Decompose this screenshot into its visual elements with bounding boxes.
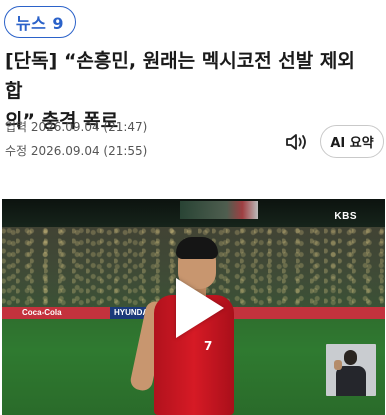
interpreter-hand <box>334 360 342 370</box>
speaker-icon <box>286 134 306 150</box>
news9-badge[interactable]: 뉴스 9 <box>4 6 76 38</box>
stadium-scoreboard <box>180 201 258 219</box>
headline-line-1: [단독] “손흥민, 원래는 멕시코전 선발 제외 합 <box>5 50 355 102</box>
player-hair <box>176 237 218 259</box>
interpreter-head <box>344 350 357 365</box>
kbs-logo: KBS <box>334 211 357 222</box>
ai-summary-label: AI 요약 <box>330 136 374 151</box>
ad-cocacola: Coca-Cola <box>22 308 62 317</box>
interpreter-body <box>336 366 366 396</box>
sign-language-interpreter <box>326 344 376 396</box>
published-time: 입력 2026.09.04 (21:47) <box>5 120 148 134</box>
news9-badge-label: 뉴스 9 <box>15 14 65 33</box>
jersey-number: 7 <box>204 339 213 353</box>
ai-summary-button[interactable]: AI 요약 <box>320 125 384 158</box>
read-aloud-button[interactable] <box>284 130 312 154</box>
edited-time: 수정 2026.09.04 (21:55) <box>5 144 148 158</box>
play-icon[interactable] <box>176 278 224 338</box>
